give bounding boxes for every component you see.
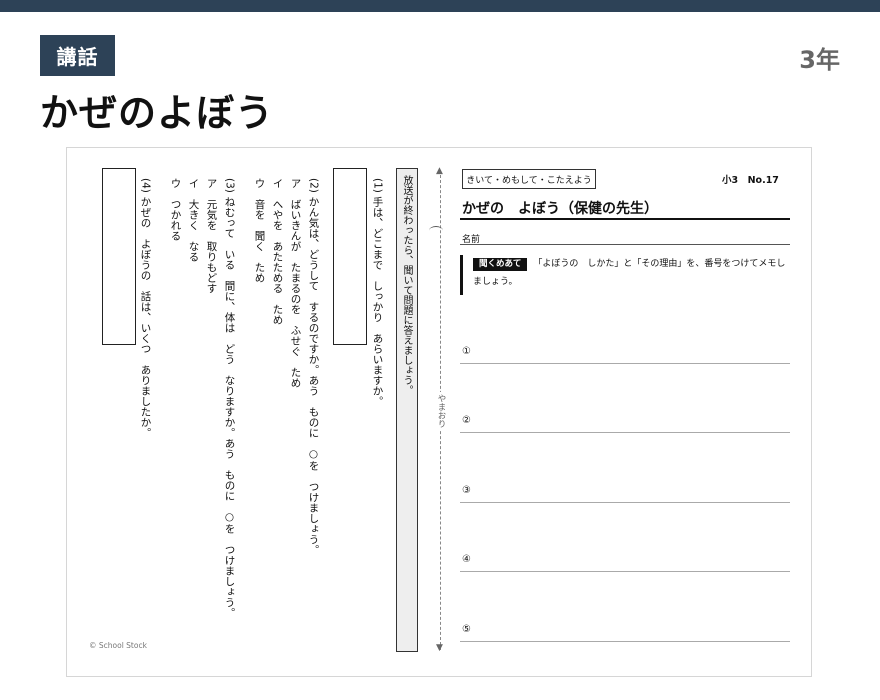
worksheet-preview: 放送が終わったら、聞いて問題に答えましょう。 (1) 手は、どこまで しっかり … bbox=[66, 147, 812, 677]
memo-number-3: ③ bbox=[462, 485, 471, 496]
memo-number-5: ⑤ bbox=[462, 624, 471, 635]
listening-goal-badge: 聞くめあて bbox=[473, 258, 528, 271]
question-3-text: (3) ねむって いる 間に、体は どう なりますか。あう ものに ○を つけま… bbox=[223, 178, 236, 618]
copyright: © School Stock bbox=[89, 641, 147, 650]
answer-box-1 bbox=[333, 168, 367, 345]
listening-goal: 聞くめあて 「よぼうの しかた」と「その理由」を、番号をつけてメモしましょう。 bbox=[460, 255, 790, 295]
fold-arrow-bottom-icon: ▼ bbox=[436, 643, 443, 653]
sheet-title: かぜの よぼう（保健の先生） bbox=[462, 201, 658, 217]
page-title: かぜのよぼう bbox=[40, 91, 275, 135]
answer-box-4 bbox=[102, 168, 136, 345]
memo-line-2: ② bbox=[460, 415, 790, 433]
question-4-text: (4) かぜの よぼうの 話は、いくつ ありましたか。 bbox=[139, 178, 152, 438]
question-2-option-u: ウ 音を 聞く ため bbox=[253, 178, 266, 283]
memo-line-4: ④ bbox=[460, 554, 790, 572]
instruction-text: 放送が終わったら、聞いて問題に答えましょう。 bbox=[401, 175, 412, 395]
question-3-option-u: ウ つかれる bbox=[169, 178, 182, 241]
top-accent-bar bbox=[0, 0, 880, 12]
question-3-option-a: ア 元気を 取りもどす bbox=[205, 178, 218, 294]
fold-curve-icon bbox=[429, 226, 443, 235]
instruction-box: 放送が終わったら、聞いて問題に答えましょう。 bbox=[396, 168, 418, 652]
activity-tag: きいて・めもして・こたえよう bbox=[462, 169, 596, 189]
question-1-text: (1) 手は、どこまで しっかり あらいますか。 bbox=[371, 178, 384, 407]
memo-number-4: ④ bbox=[462, 554, 471, 565]
memo-line-5: ⑤ bbox=[460, 624, 790, 642]
grade-label: 3年 bbox=[799, 46, 840, 74]
fold-arrow-top-icon: ▲ bbox=[436, 166, 443, 176]
memo-line-1: ① bbox=[460, 346, 790, 364]
fold-label: やまおり bbox=[435, 392, 447, 430]
title-rule bbox=[460, 218, 790, 220]
memo-number-1: ① bbox=[462, 346, 471, 357]
question-3-option-i: イ 大きく なる bbox=[187, 178, 200, 262]
question-2-text: (2) かん気は、どうして するのですか。あう ものに ○を つけましょう。 bbox=[307, 178, 320, 555]
question-2-option-i: イ へやを あたためる ため bbox=[271, 178, 284, 325]
sheet-number: 小3 No.17 bbox=[722, 175, 779, 186]
name-rule bbox=[460, 244, 790, 245]
memo-line-3: ③ bbox=[460, 485, 790, 503]
category-badge: 講話 bbox=[40, 35, 115, 76]
question-2-option-a: ア ばいきんが たまるのを ふせぐ ため bbox=[289, 178, 302, 388]
memo-number-2: ② bbox=[462, 415, 471, 426]
